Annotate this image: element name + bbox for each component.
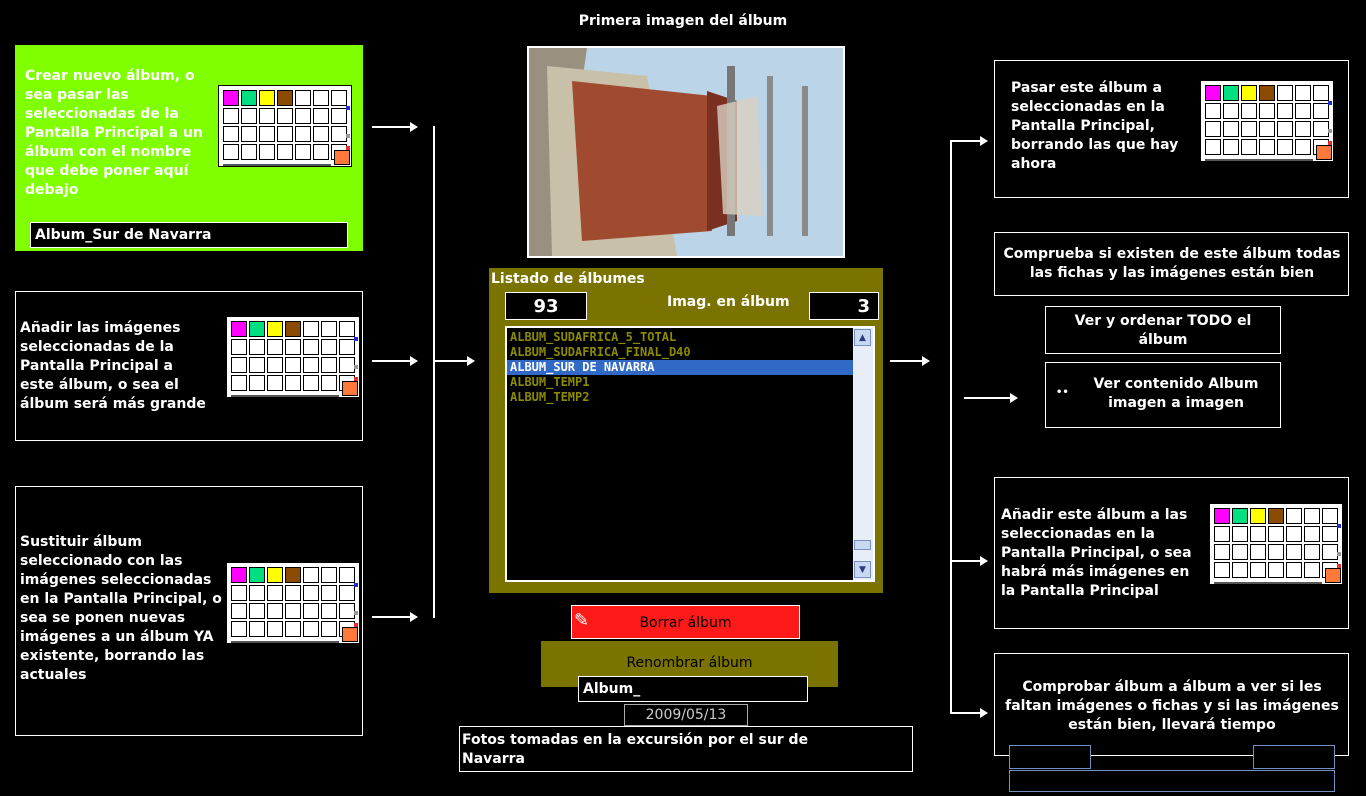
replace-album-description: Sustituir álbum seleccionado con las imá… bbox=[20, 534, 222, 683]
arrow-icon bbox=[372, 122, 418, 132]
pass-album-panel[interactable]: Pasar este álbum a seleccionadas en la P… bbox=[994, 60, 1349, 198]
arrow-icon bbox=[950, 556, 988, 566]
grid-preview-icon bbox=[1209, 503, 1343, 585]
grid-preview-icon bbox=[226, 316, 360, 398]
add-images-description: Añadir las imágenes seleccionadas de la … bbox=[20, 320, 206, 412]
page-title: Primera imagen del álbum bbox=[578, 13, 788, 29]
scroll-up-icon[interactable]: ▲ bbox=[854, 329, 871, 346]
check-album-button[interactable]: Comprueba si existen de este álbum todas… bbox=[994, 232, 1349, 296]
album-description-field[interactable]: Fotos tomadas en la excursión por el sur… bbox=[459, 726, 913, 772]
new-album-name-input[interactable]: Album_Sur de Navarra bbox=[30, 222, 348, 248]
album-list-item[interactable]: ALBUM_SUDAFRICA_FINAL_D40 bbox=[507, 345, 853, 360]
glasses-icon: •• bbox=[1056, 387, 1069, 398]
scroll-thumb[interactable] bbox=[854, 540, 871, 550]
progress-box-left bbox=[1009, 745, 1091, 769]
progress-bar bbox=[1009, 770, 1335, 792]
album-list-item[interactable]: ALBUM_TEMP2 bbox=[507, 390, 853, 405]
album-list-item[interactable]: ALBUM_SUDAFRICA_5_TOTAL bbox=[507, 330, 853, 345]
images-count-field: 3 bbox=[809, 292, 879, 320]
connector-line bbox=[950, 140, 952, 712]
connector-line bbox=[433, 126, 435, 618]
create-album-panel[interactable]: Crear nuevo álbum, o sea pasar las selec… bbox=[15, 45, 363, 251]
rename-album-input[interactable]: Album_ bbox=[578, 676, 808, 702]
add-to-selection-panel[interactable]: Añadir este álbum a las seleccionadas en… bbox=[994, 477, 1349, 629]
create-album-description: Crear nuevo álbum, o sea pasar las selec… bbox=[25, 68, 203, 198]
delete-album-button[interactable]: ✎ Borrar álbum bbox=[571, 605, 800, 639]
album-count-field: 93 bbox=[505, 292, 587, 320]
arrow-icon bbox=[950, 136, 988, 146]
progress-box-right bbox=[1253, 745, 1335, 769]
add-images-panel[interactable]: Añadir las imágenes seleccionadas de la … bbox=[15, 291, 363, 441]
pass-album-description: Pasar este álbum a seleccionadas en la P… bbox=[1011, 80, 1179, 172]
scroll-down-icon[interactable]: ▼ bbox=[854, 561, 871, 578]
album-list-title: Listado de álbumes bbox=[491, 271, 645, 287]
album-first-image[interactable] bbox=[527, 46, 845, 258]
arrow-icon bbox=[890, 356, 930, 366]
grid-preview-icon bbox=[226, 562, 360, 644]
album-list-panel: Listado de álbumes 93 Imag. en álbum 3 A… bbox=[489, 268, 883, 593]
grid-preview-icon bbox=[218, 85, 352, 167]
add-to-selection-description: Añadir este álbum a las seleccionadas en… bbox=[1001, 507, 1192, 599]
listbox-scrollbar[interactable]: ▲ ▼ bbox=[853, 328, 873, 580]
album-listbox[interactable]: ALBUM_SUDAFRICA_5_TOTAL ALBUM_SUDAFRICA_F… bbox=[505, 326, 875, 582]
grid-preview-icon bbox=[1200, 80, 1334, 162]
check-all-albums-button[interactable]: Comprobar álbum a álbum a ver si les fal… bbox=[994, 653, 1349, 756]
sort-album-button[interactable]: Ver y ordenar TODO el álbum bbox=[1045, 306, 1281, 354]
arrow-icon bbox=[964, 393, 1018, 403]
album-list-item[interactable]: ALBUM_TEMP1 bbox=[507, 375, 853, 390]
arrow-icon bbox=[372, 356, 418, 366]
album-list-item[interactable]: ALBUM_SUR DE NAVARRA bbox=[507, 360, 853, 375]
arrow-icon bbox=[433, 356, 475, 366]
replace-album-panel[interactable]: Sustituir álbum seleccionado con las imá… bbox=[15, 486, 363, 736]
view-album-button[interactable]: •• Ver contenido Album imagen a imagen bbox=[1045, 362, 1281, 428]
arrow-icon bbox=[950, 708, 988, 718]
arrow-icon bbox=[372, 612, 418, 622]
album-date-field: 2009/05/13 bbox=[624, 704, 748, 726]
images-in-album-label: Imag. en álbum bbox=[667, 294, 790, 310]
